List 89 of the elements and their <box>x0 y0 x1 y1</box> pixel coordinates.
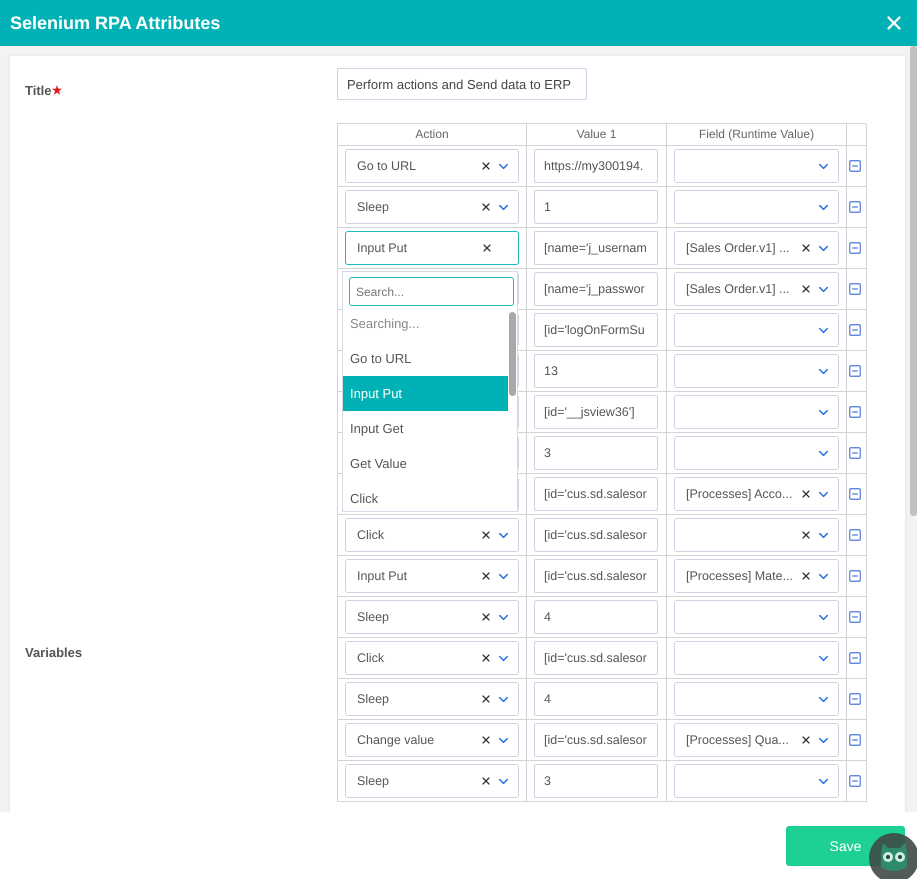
action-select[interactable]: Click <box>345 518 519 552</box>
remove-row-button[interactable] <box>848 774 862 788</box>
scrollbar[interactable] <box>910 46 917 516</box>
searching-status: Searching... <box>349 315 420 333</box>
action-select[interactable]: Sleep <box>345 600 519 634</box>
clear-icon[interactable] <box>800 570 812 582</box>
clear-icon[interactable] <box>480 529 492 541</box>
clear-icon[interactable] <box>480 775 492 787</box>
field-select[interactable] <box>674 682 839 716</box>
column-header: Value 1 <box>527 124 667 146</box>
value-input[interactable]: [name='j_passwor <box>534 272 658 306</box>
dropdown-option[interactable]: Input Get <box>343 411 508 446</box>
clear-icon[interactable] <box>480 201 492 213</box>
clear-icon[interactable] <box>480 734 492 746</box>
action-select[interactable]: Input Put <box>345 231 519 265</box>
clear-icon[interactable] <box>480 693 492 705</box>
action-select[interactable]: Change value <box>345 723 519 757</box>
clear-icon[interactable] <box>800 529 812 541</box>
title-input[interactable]: Perform actions and Send data to ERP <box>337 68 587 100</box>
remove-row-button[interactable] <box>848 364 862 378</box>
owl-icon[interactable] <box>867 831 917 879</box>
field-select[interactable] <box>674 149 839 183</box>
field-select[interactable] <box>674 313 839 347</box>
field-select[interactable] <box>674 764 839 798</box>
field-select[interactable]: [Processes] Acco... <box>674 477 839 511</box>
value-input[interactable]: https://my300194. <box>534 149 658 183</box>
clear-icon[interactable] <box>800 242 812 254</box>
clear-icon[interactable] <box>481 242 493 254</box>
title-label: Title <box>25 83 52 98</box>
remove-row-button[interactable] <box>848 528 862 542</box>
value-input[interactable]: [id='cus.sd.salesor <box>534 723 658 757</box>
remove-row-button[interactable] <box>848 610 862 624</box>
value-input[interactable]: 3 <box>534 436 658 470</box>
value-input[interactable]: 3 <box>534 764 658 798</box>
field-select[interactable] <box>674 436 839 470</box>
field-select[interactable]: [Processes] Mate... <box>674 559 839 593</box>
value-input[interactable]: 4 <box>534 682 658 716</box>
clear-icon[interactable] <box>480 611 492 623</box>
value-input[interactable]: [name='j_usernam <box>534 231 658 265</box>
clear-icon[interactable] <box>480 160 492 172</box>
action-select[interactable]: Sleep <box>345 764 519 798</box>
value-input[interactable]: 4 <box>534 600 658 634</box>
action-select[interactable]: Sleep <box>345 190 519 224</box>
remove-row-button[interactable] <box>848 323 862 337</box>
scrollbar[interactable] <box>509 312 516 396</box>
action-select[interactable]: Sleep <box>345 682 519 716</box>
remove-row-button[interactable] <box>848 241 862 255</box>
field-select[interactable]: [Processes] Qua... <box>674 723 839 757</box>
value-input[interactable]: [id='cus.sd.salesor <box>534 477 658 511</box>
remove-row-button[interactable] <box>848 569 862 583</box>
column-header: Action <box>338 124 527 146</box>
value-input[interactable]: [id='cus.sd.salesor <box>534 518 658 552</box>
value-input[interactable]: [id='logOnFormSu <box>534 313 658 347</box>
remove-row-button[interactable] <box>848 200 862 214</box>
dialog-title: Selenium RPA Attributes <box>10 12 220 34</box>
dropdown-search-field[interactable]: Search... <box>349 277 514 306</box>
remove-row-button[interactable] <box>848 446 862 460</box>
remove-row-button[interactable] <box>848 651 862 665</box>
clear-icon[interactable] <box>800 488 812 500</box>
field-select[interactable] <box>674 641 839 675</box>
remove-row-button[interactable] <box>848 692 862 706</box>
value-input[interactable]: 13 <box>534 354 658 388</box>
field-select[interactable]: [Sales Order.v1] ... <box>674 231 839 265</box>
remove-row-button[interactable] <box>848 405 862 419</box>
field-select[interactable] <box>674 354 839 388</box>
value-input[interactable]: [id='cus.sd.salesor <box>534 641 658 675</box>
action-select[interactable]: Input Put <box>345 559 519 593</box>
clear-icon[interactable] <box>480 652 492 664</box>
dropdown-option[interactable]: Get Value <box>343 446 508 481</box>
dropdown-option[interactable]: Go to URL <box>343 341 508 376</box>
clear-icon[interactable] <box>800 283 812 295</box>
variables-label: Variables <box>25 645 82 660</box>
action-select[interactable]: Click <box>345 641 519 675</box>
field-select[interactable] <box>674 518 839 552</box>
remove-row-button[interactable] <box>848 159 862 173</box>
clear-icon[interactable] <box>480 570 492 582</box>
field-select[interactable]: [Sales Order.v1] ... <box>674 272 839 306</box>
field-select[interactable] <box>674 190 839 224</box>
value-input[interactable]: [id='cus.sd.salesor <box>534 559 658 593</box>
remove-row-button[interactable] <box>848 282 862 296</box>
field-select[interactable] <box>674 600 839 634</box>
value-input[interactable]: 1 <box>534 190 658 224</box>
value-input[interactable]: [id='__jsview36'] <box>534 395 658 429</box>
action-select[interactable]: Go to URL <box>345 149 519 183</box>
column-header: Field (Runtime Value) <box>667 124 847 146</box>
remove-row-button[interactable] <box>848 487 862 501</box>
field-select[interactable] <box>674 395 839 429</box>
clear-icon[interactable] <box>800 734 812 746</box>
remove-row-button[interactable] <box>848 733 862 747</box>
